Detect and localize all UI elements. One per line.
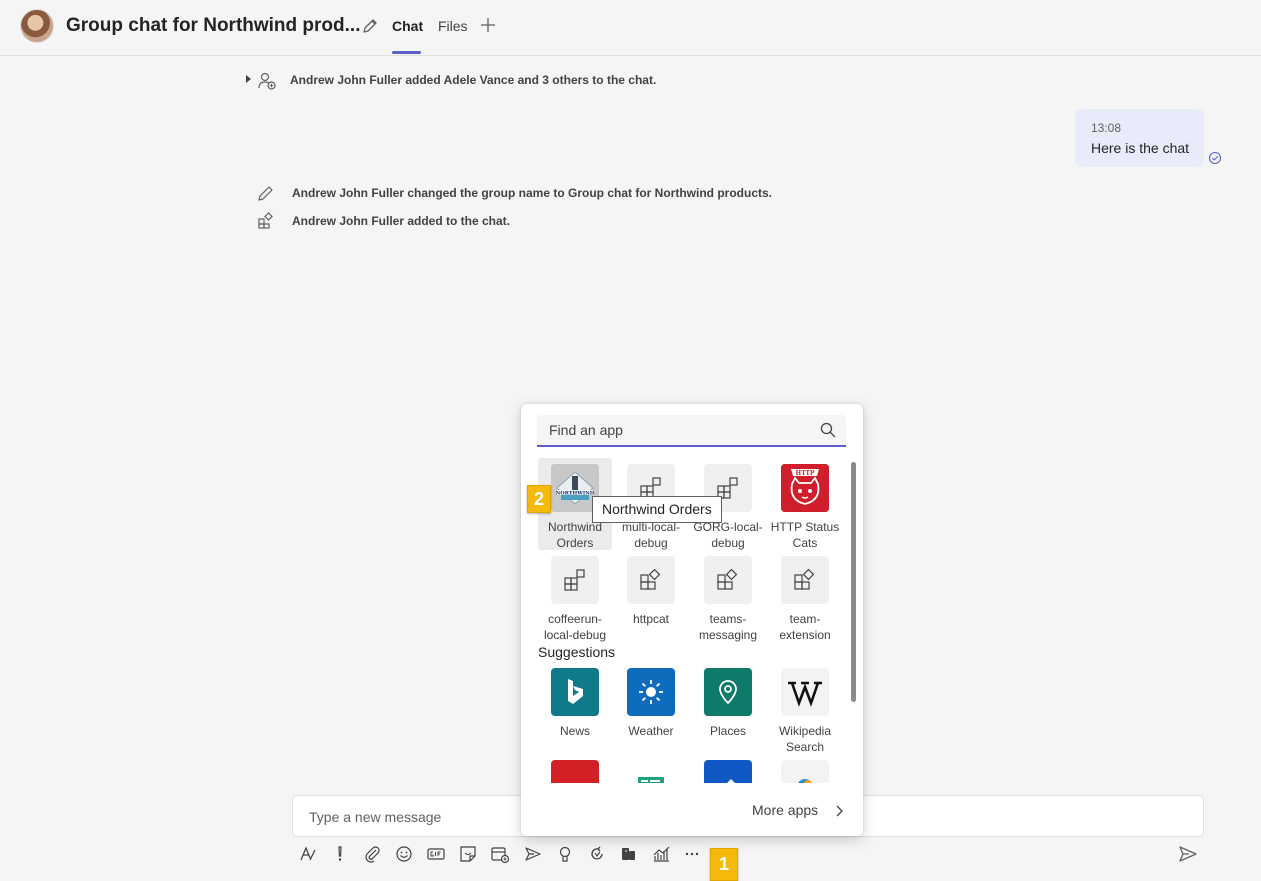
loop-icon[interactable] <box>586 843 608 865</box>
bird-icon <box>781 760 829 783</box>
tab-files[interactable]: Files <box>438 18 468 34</box>
generic-app-icon <box>627 556 675 604</box>
svg-text:HTTP: HTTP <box>796 470 815 477</box>
compose-placeholder[interactable]: Type a new message <box>309 809 441 825</box>
tab-chat-underline <box>392 51 421 54</box>
generic-app-icon <box>551 556 599 604</box>
app-httpcat[interactable]: httpcat <box>614 550 688 627</box>
wikipedia-w-icon <box>781 668 829 716</box>
expand-caret-icon[interactable] <box>246 75 251 83</box>
step-marker-2: 2 <box>527 485 551 513</box>
app-forms[interactable] <box>614 754 688 783</box>
app-label: teams-messaging <box>698 612 758 642</box>
more-options-icon[interactable] <box>681 843 703 865</box>
insights-chart-icon[interactable] <box>650 843 672 865</box>
sticker-icon[interactable] <box>457 843 479 865</box>
app-jira[interactable] <box>691 754 765 783</box>
praise-icon[interactable] <box>554 843 576 865</box>
blue-arrow-icon <box>704 760 752 783</box>
app-label: multi-local-debug <box>621 520 680 550</box>
app-youtube[interactable] <box>538 754 612 783</box>
app-label: httpcat <box>632 612 670 626</box>
message-bubble[interactable]: 13:08 Here is the chat <box>1075 109 1204 167</box>
chat-title[interactable]: Group chat for Northwind prod... <box>66 15 360 37</box>
chat-header: Group chat for Northwind prod... Chat Fi… <box>0 0 1261 56</box>
weather-sun-icon <box>627 668 675 716</box>
app-label: HTTP Status Cats <box>770 520 840 550</box>
app-label: coffeerun-local-debug <box>543 612 607 642</box>
app-picker-flyout: NORTHWIND NorthwindOrders multi-local-de… <box>521 404 863 836</box>
app-search-box[interactable] <box>537 415 846 447</box>
app-coffeerun-local-debug[interactable]: coffeerun-local-debug <box>538 550 612 643</box>
generic-app-icon <box>704 556 752 604</box>
gif-icon[interactable] <box>425 843 447 865</box>
message-time: 13:08 <box>1091 121 1122 135</box>
message-text: Here is the chat <box>1091 140 1190 156</box>
group-avatar[interactable] <box>20 9 54 43</box>
app-label: Weather <box>628 724 674 738</box>
map-pin-icon <box>704 668 752 716</box>
generic-app-icon <box>781 556 829 604</box>
schedule-meeting-icon[interactable] <box>489 843 511 865</box>
app-label: Northwind Orders <box>547 520 603 550</box>
event-members-added: Andrew John Fuller added Adele Vance and… <box>290 73 657 87</box>
attach-icon[interactable] <box>361 843 383 865</box>
chevron-right-icon[interactable] <box>832 804 846 818</box>
search-icon[interactable] <box>820 422 836 438</box>
app-teams-messaging[interactable]: teams-messaging <box>691 550 765 643</box>
add-tab-plus-icon[interactable] <box>478 15 498 35</box>
app-team-extension[interactable]: team-extension <box>768 550 842 643</box>
send-icon[interactable] <box>1177 843 1199 865</box>
stream-icon[interactable] <box>522 843 544 865</box>
http-cat-logo-icon: HTTP <box>781 464 829 512</box>
rename-pencil-icon <box>258 186 273 201</box>
app-label: Places <box>709 724 747 738</box>
app-label: team-extension <box>779 612 831 642</box>
sent-check-icon <box>1208 151 1222 165</box>
approvals-icon[interactable] <box>618 843 640 865</box>
app-label: News <box>559 724 590 738</box>
app-label: Wikipedia Search <box>778 724 832 754</box>
people-added-icon <box>258 72 276 90</box>
important-icon[interactable] <box>329 843 351 865</box>
app-search-input[interactable] <box>537 415 817 445</box>
event-app-added: Andrew John Fuller added to the chat. <box>292 214 511 228</box>
step-marker-1: 1 <box>710 848 738 881</box>
svg-text:NORTHWIND: NORTHWIND <box>556 491 595 497</box>
app-tooltip: Northwind Orders <box>592 496 722 523</box>
app-places[interactable]: Places <box>691 662 765 739</box>
app-bird[interactable] <box>768 754 842 783</box>
edit-pencil-icon[interactable] <box>360 16 380 36</box>
emoji-icon[interactable] <box>393 843 415 865</box>
app-wikipedia-search[interactable]: Wikipedia Search <box>768 662 842 755</box>
app-label: GORG-local-debug <box>693 520 763 550</box>
format-icon[interactable] <box>297 843 319 865</box>
scrollbar-thumb[interactable] <box>851 462 856 702</box>
app-http-status-cats[interactable]: HTTP HTTP Status Cats <box>768 458 842 551</box>
app-added-icon <box>258 212 273 229</box>
tab-chat[interactable]: Chat <box>392 18 423 34</box>
green-board-icon <box>627 760 675 783</box>
suggestions-heading: Suggestions <box>538 644 616 660</box>
app-news[interactable]: News <box>538 662 612 739</box>
event-group-renamed: Andrew John Fuller changed the group nam… <box>292 186 773 200</box>
bing-news-icon <box>551 668 599 716</box>
app-weather[interactable]: Weather <box>614 662 688 739</box>
more-apps-link[interactable]: More apps <box>752 802 818 818</box>
youtube-icon <box>551 760 599 783</box>
